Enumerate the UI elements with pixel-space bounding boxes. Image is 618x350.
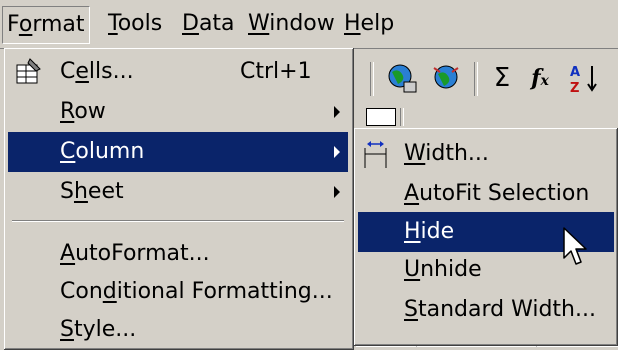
menu-data[interactable]: Data: [178, 6, 239, 42]
format-menu: Cells... Ctrl+1 Row Column Sheet AutoFor…: [4, 48, 354, 350]
menu-item-sheet[interactable]: Sheet: [8, 172, 348, 212]
menu-item-cells[interactable]: Cells... Ctrl+1: [8, 52, 348, 92]
toolbar-separator: [370, 62, 374, 96]
submenu-arrow-icon: [334, 146, 340, 158]
formatting-toolbar: [356, 104, 618, 128]
menu-format[interactable]: Format: [2, 6, 90, 44]
menu-tools[interactable]: Tools: [104, 6, 166, 42]
menu-bar: Format Tools Data Window Help: [0, 0, 618, 49]
svg-text:A: A: [570, 65, 580, 80]
shortcut-label: Ctrl+1: [240, 59, 312, 84]
format-cells-icon: [14, 57, 44, 87]
menu-item-column[interactable]: Column: [8, 132, 348, 172]
web-toolbar-icon[interactable]: [428, 60, 464, 96]
menu-item-width[interactable]: Width...: [358, 134, 614, 174]
submenu-arrow-icon: [334, 186, 340, 198]
function-icon[interactable]: fx: [522, 60, 558, 96]
menu-item-autoformat[interactable]: AutoFormat...: [8, 234, 348, 274]
toolbar-separator: [400, 108, 404, 126]
menu-item-row[interactable]: Row: [8, 92, 348, 132]
standard-toolbar: Σ fx A Z: [356, 52, 618, 104]
svg-text:Z: Z: [570, 81, 579, 96]
menu-item-autofit-selection[interactable]: AutoFit Selection: [358, 174, 614, 214]
sort-ascending-icon[interactable]: A Z: [566, 60, 602, 96]
autosum-icon[interactable]: Σ: [484, 60, 520, 96]
toolbar-separator: [474, 62, 478, 96]
mouse-pointer-icon: [562, 226, 592, 268]
menu-window[interactable]: Window: [244, 6, 339, 42]
web-globe-icon[interactable]: [384, 60, 420, 96]
menu-item-style[interactable]: Style...: [8, 310, 348, 350]
menu-separator: [12, 220, 344, 222]
submenu-arrow-icon: [334, 106, 340, 118]
menu-item-conditional-formatting[interactable]: Conditional Formatting...: [8, 272, 348, 312]
menu-item-standard-width[interactable]: Standard Width...: [358, 290, 614, 330]
menu-help[interactable]: Help: [340, 6, 398, 42]
column-width-icon: [362, 140, 392, 170]
borders-icon[interactable]: [366, 108, 396, 126]
